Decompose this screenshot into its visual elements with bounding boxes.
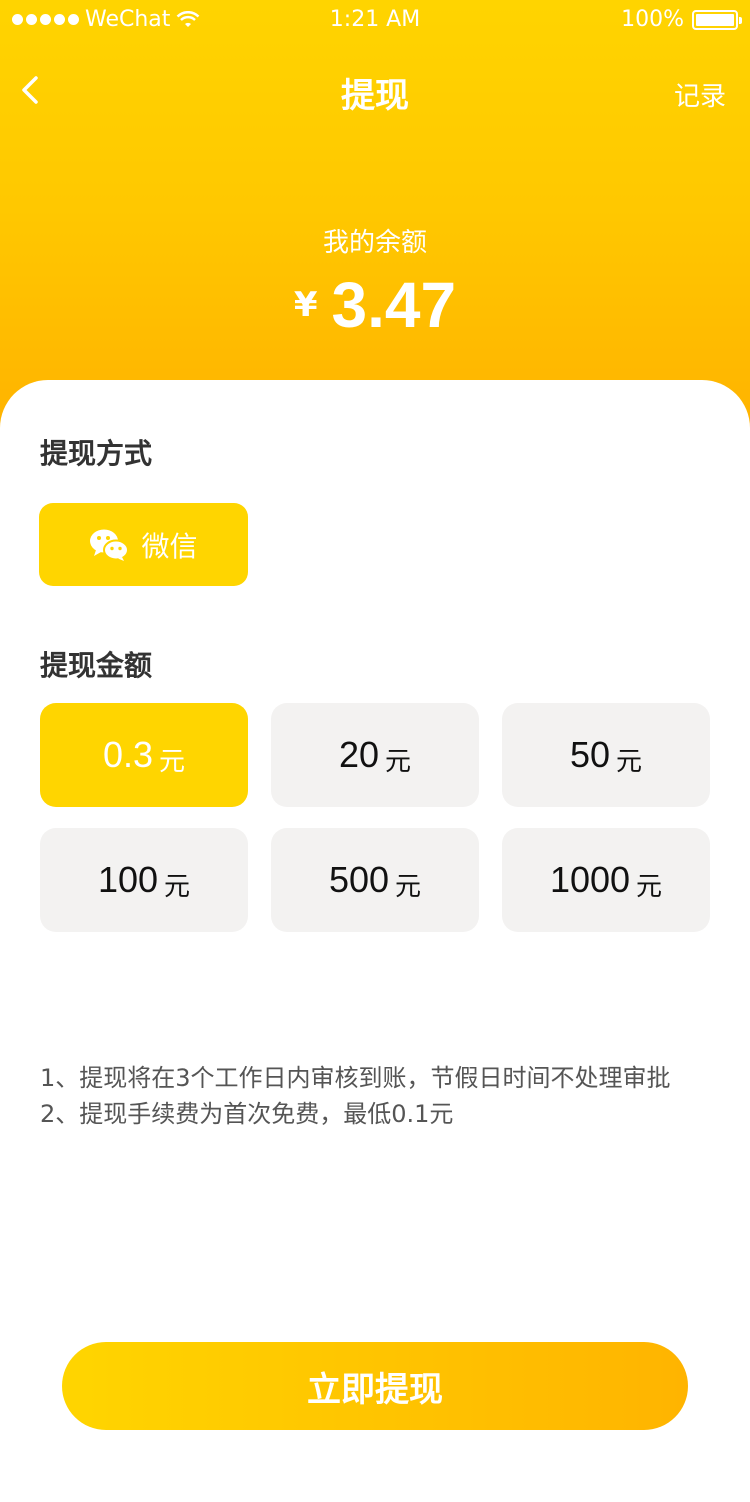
- amount-option-500[interactable]: 500 元: [271, 828, 479, 932]
- method-label: 微信: [141, 529, 198, 563]
- amount-section-title: 提现金额: [40, 649, 153, 682]
- navigation-bar: 提现 记录: [0, 50, 750, 130]
- wechat-icon: [90, 529, 130, 561]
- amount-value: 50: [569, 734, 611, 775]
- amount-value: 1000: [549, 859, 631, 900]
- amount-option-50[interactable]: 50 元: [502, 703, 710, 807]
- amount-unit: 元: [164, 871, 191, 902]
- amount-unit: 元: [616, 746, 643, 777]
- amount-option-1000[interactable]: 1000 元: [502, 828, 710, 932]
- withdraw-now-button[interactable]: 立即提现: [62, 1342, 688, 1430]
- record-link[interactable]: 记录: [674, 76, 726, 113]
- amount-unit: 元: [395, 871, 422, 902]
- withdraw-notes: 1、提现将在3个工作日内审核到账，节假日时间不处理审批 2、提现手续费为首次免费…: [40, 1060, 671, 1132]
- note-line: 1、提现将在3个工作日内审核到账，节假日时间不处理审批: [40, 1064, 671, 1092]
- status-bar: WeChat 1:21 AM 100%: [0, 0, 750, 40]
- amount-option-100[interactable]: 100 元: [40, 828, 248, 932]
- currency-symbol: ¥: [293, 285, 318, 325]
- amount-unit: 元: [636, 871, 663, 902]
- amount-unit: 元: [385, 746, 412, 777]
- withdraw-card: 提现方式 微信 提现金额 0.3元 20元 50元 100元 500元: [0, 380, 750, 1502]
- amount-value: 0.3: [102, 734, 154, 775]
- battery-icon: [692, 9, 742, 30]
- amount-unit: 元: [159, 746, 186, 777]
- amount-option-20[interactable]: 20 元: [271, 703, 479, 807]
- balance-label: 我的余额: [322, 228, 427, 258]
- balance-amount: ¥3.47: [0, 268, 750, 342]
- amount-value: 100: [97, 859, 159, 900]
- balance-value: 3.47: [331, 269, 457, 341]
- amount-value: 500: [328, 859, 390, 900]
- note-line: 2、提现手续费为首次免费，最低0.1元: [40, 1100, 454, 1128]
- page-title: 提现: [341, 76, 409, 116]
- amount-value: 20: [338, 734, 380, 775]
- wechat-method-button[interactable]: 微信: [39, 503, 248, 586]
- amount-option-0.3[interactable]: 0.3 元: [40, 703, 248, 807]
- method-section-title: 提现方式: [40, 437, 153, 470]
- battery-area: 100%: [621, 7, 742, 32]
- battery-percent: 100%: [621, 7, 684, 32]
